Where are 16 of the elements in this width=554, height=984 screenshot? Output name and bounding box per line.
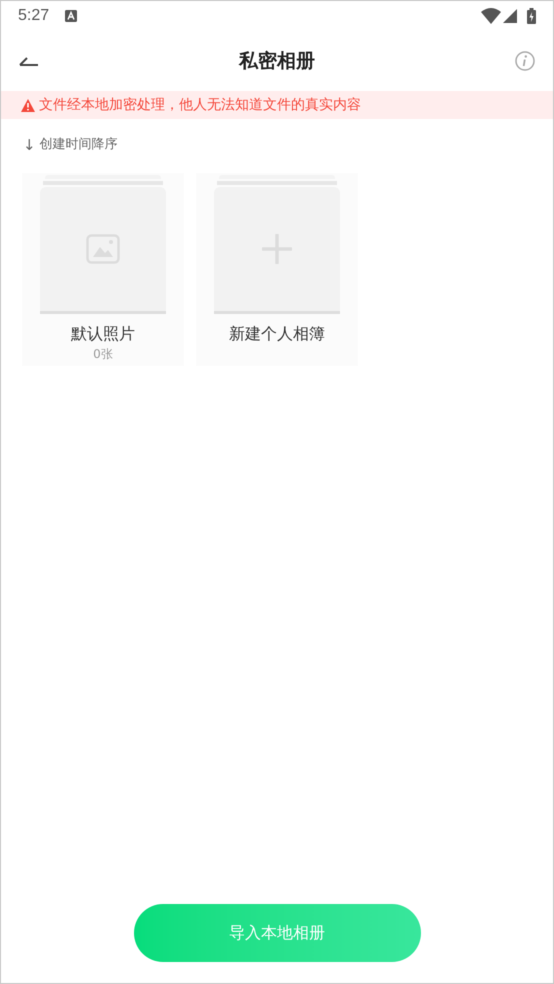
- page-title: 私密相册: [239, 48, 315, 74]
- back-icon[interactable]: [19, 56, 39, 66]
- sort-label[interactable]: 创建时间降序: [40, 135, 118, 155]
- album-name: 新建个人相簿: [229, 323, 325, 345]
- sort-arrow[interactable]: ↓: [23, 134, 36, 156]
- album-card[interactable]: 默认照片 0张: [22, 173, 184, 366]
- signal-icon: [503, 9, 517, 23]
- album-name: 默认照片: [71, 323, 135, 345]
- warning-icon: [21, 98, 35, 112]
- photo-count: 0张: [93, 346, 113, 362]
- battery-icon: [527, 8, 536, 24]
- keyboard-icon: [65, 10, 78, 22]
- status-time: 5:27: [18, 6, 50, 26]
- notice-text: 文件经本地加密处理，他人无法知道文件的真实内容: [39, 96, 361, 114]
- new-album-card[interactable]: 新建个人相簿: [196, 173, 358, 366]
- wifi-icon: [481, 8, 501, 24]
